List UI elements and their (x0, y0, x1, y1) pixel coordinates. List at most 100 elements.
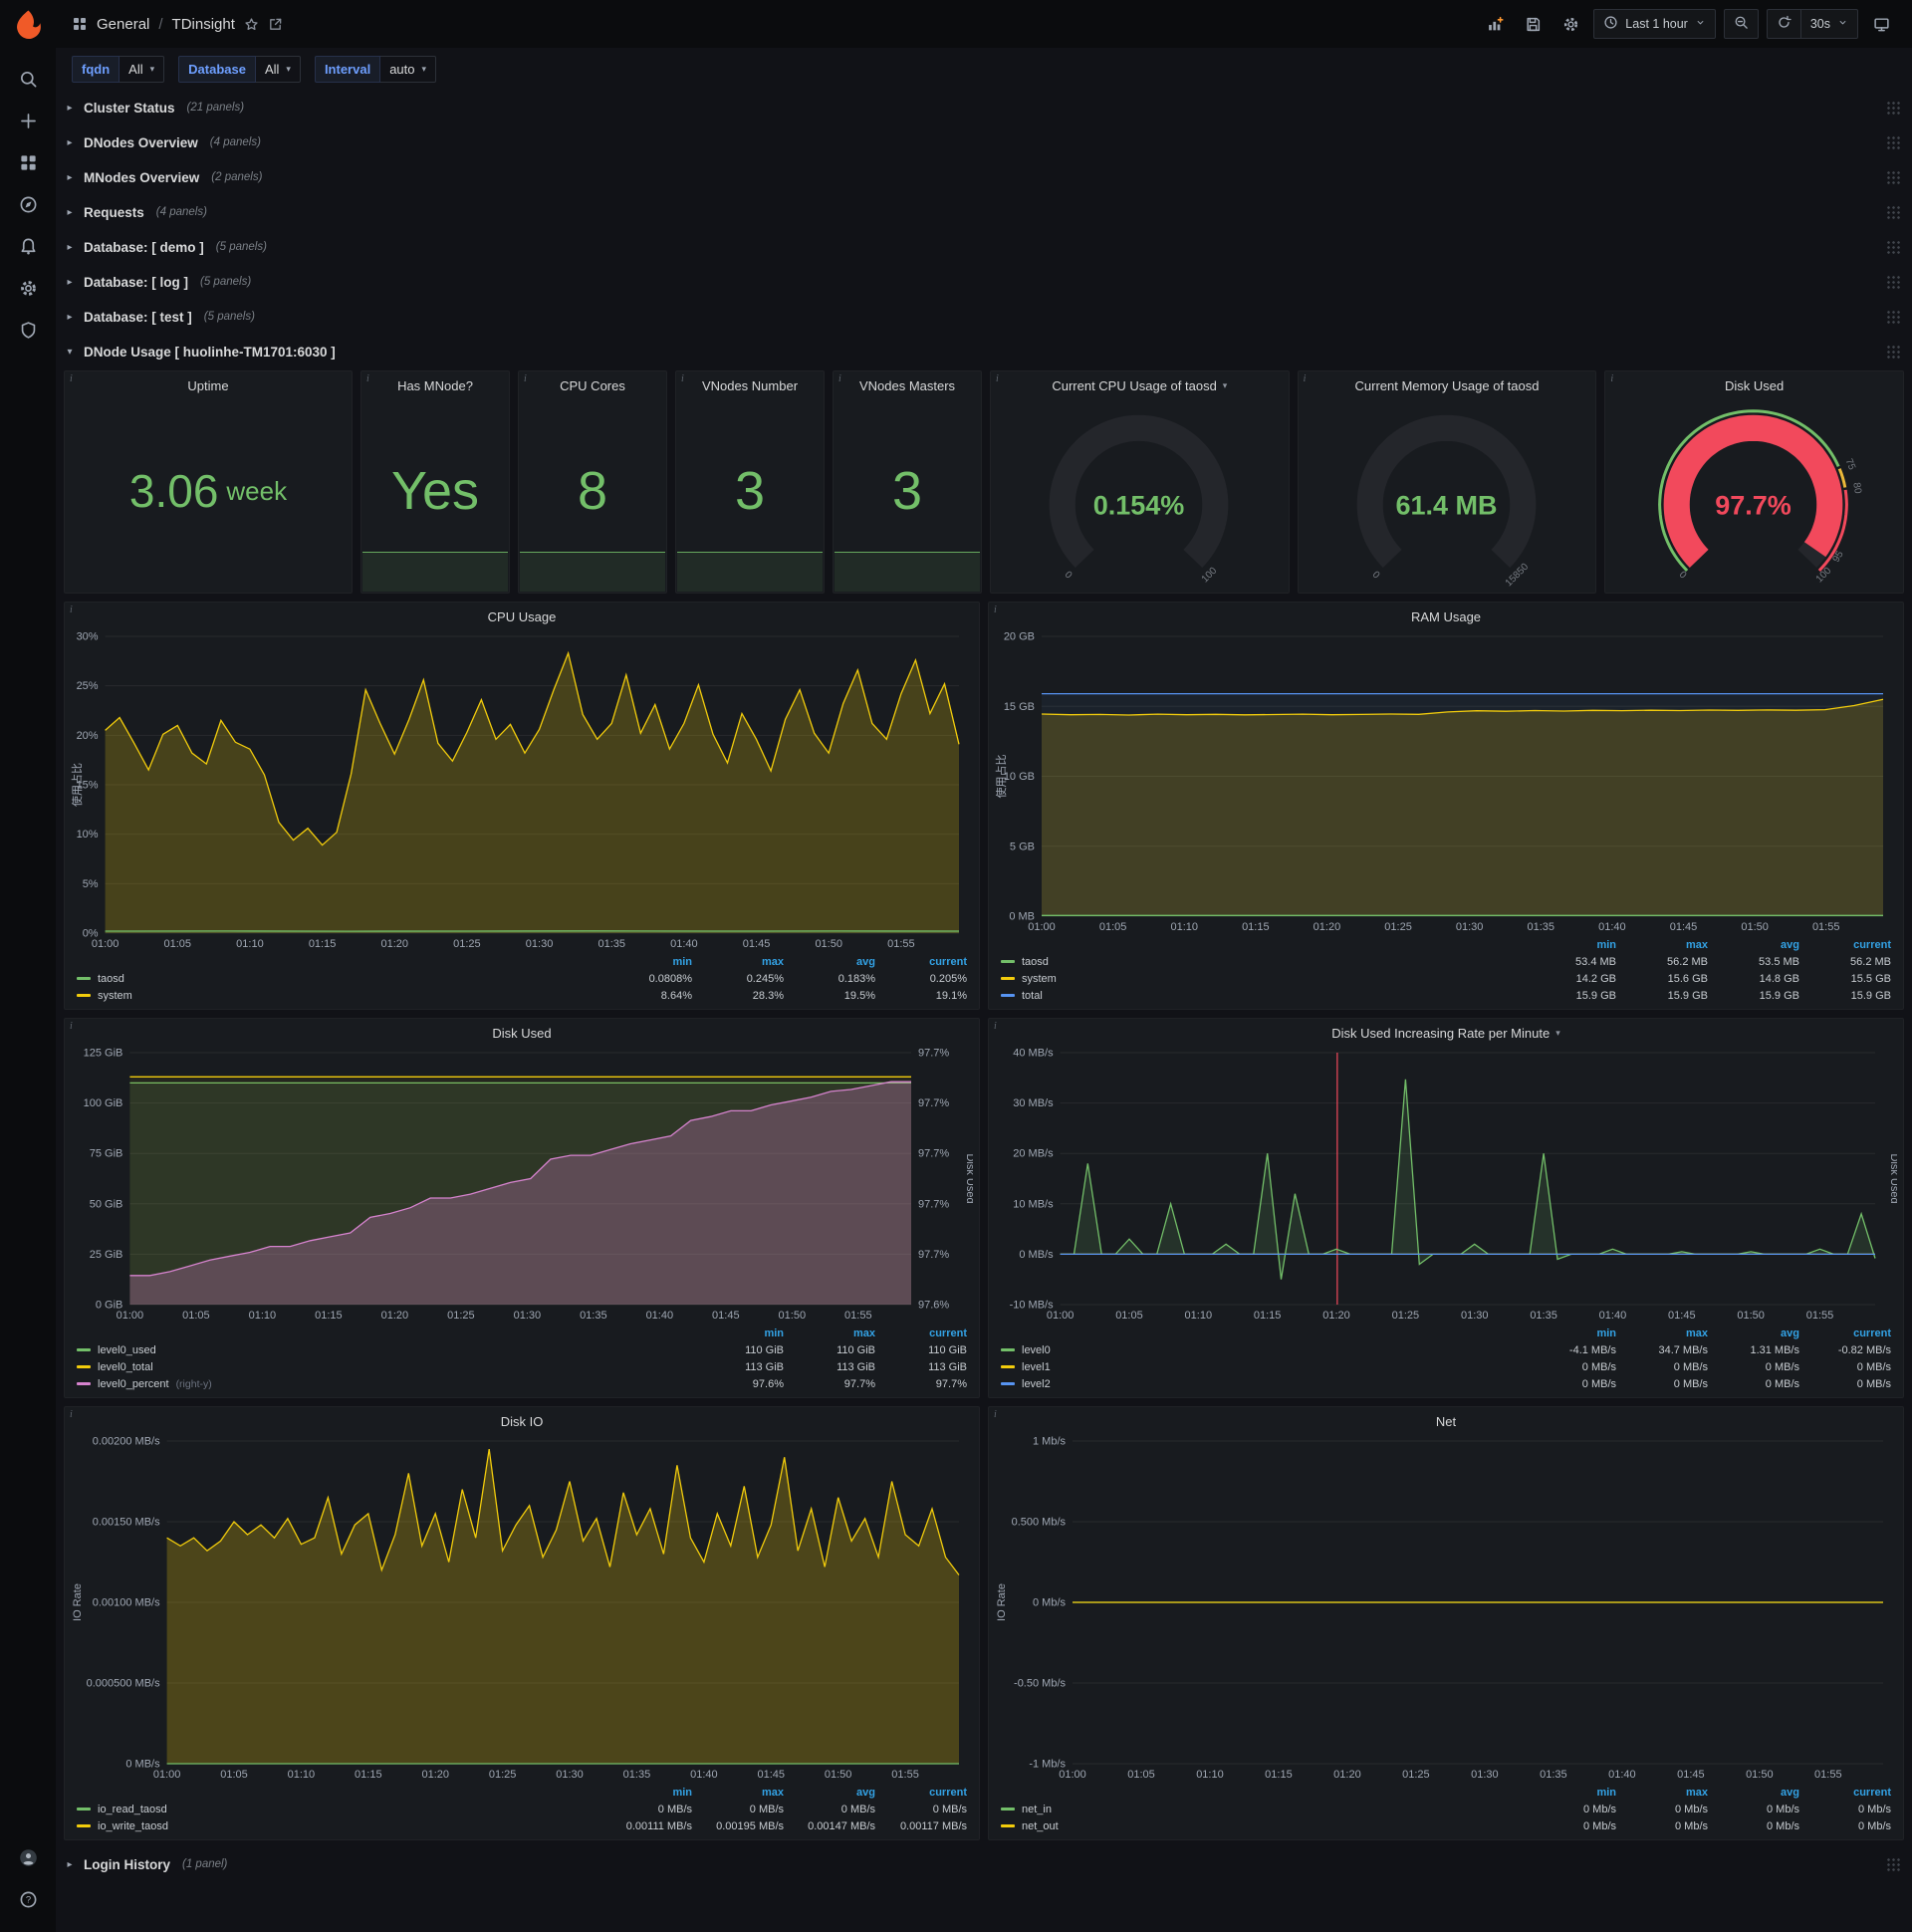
dashboards-icon (20, 154, 36, 170)
alerting-nav-button[interactable] (7, 225, 49, 267)
legend-series-name[interactable]: level0_total (77, 1361, 692, 1373)
panel-info-icon[interactable]: i (366, 373, 369, 384)
save-icon (1527, 17, 1540, 31)
chart-plot: -10 MB/s0 MB/s10 MB/s20 MB/s30 MB/s40 MB… (1010, 1048, 1897, 1323)
row-drag-handle[interactable] (1886, 205, 1900, 220)
row-drag-handle[interactable] (1886, 310, 1900, 325)
dashboard-row-header[interactable]: ▾ DNode Usage [ huolinhe-TM1701:6030 ] (64, 336, 1904, 367)
panel-info-icon[interactable]: i (994, 604, 997, 615)
panel-title[interactable]: Disk Used (1605, 371, 1903, 399)
panel-title[interactable]: RAM Usage (989, 603, 1903, 630)
dashboard-row-header[interactable]: ▸ Login History (1 panel) (64, 1848, 1904, 1880)
panel-title[interactable]: Disk Used (65, 1019, 979, 1047)
dashboards-nav-button[interactable] (7, 141, 49, 183)
row-drag-handle[interactable] (1886, 345, 1900, 360)
legend-series-name[interactable]: io_write_taosd (77, 1820, 600, 1832)
panel-title[interactable]: Current CPU Usage of taosd ▾ (991, 371, 1289, 399)
legend-series-name[interactable]: system (77, 990, 600, 1002)
legend-column-header: min (672, 955, 692, 968)
svg-text:5 GB: 5 GB (1010, 841, 1035, 852)
legend-series-name[interactable]: io_read_taosd (77, 1804, 600, 1815)
user-avatar-button[interactable] (7, 1836, 49, 1878)
row-drag-handle[interactable] (1886, 240, 1900, 255)
variable-label[interactable]: fqdn (72, 55, 120, 83)
save-dashboard-button[interactable] (1518, 9, 1548, 39)
panel-info-icon[interactable]: i (70, 1021, 73, 1032)
star-icon[interactable] (244, 17, 259, 32)
dashboard-row-header[interactable]: ▸ Database: [ demo ] (5 panels) (64, 231, 1904, 263)
variable-value-dropdown[interactable]: All ▾ (255, 55, 301, 83)
refresh-button[interactable] (1766, 9, 1800, 39)
star-icon (245, 17, 258, 30)
legend-series-swatch (77, 977, 91, 980)
dashboard-row-header[interactable]: ▸ Database: [ log ] (5 panels) (64, 266, 1904, 298)
legend-series-name[interactable]: level0_used (77, 1344, 692, 1356)
legend-series-name[interactable]: level2 (1001, 1378, 1525, 1390)
legend-series-name[interactable]: net_out (1001, 1820, 1525, 1832)
legend-series-name[interactable]: level0 (1001, 1344, 1525, 1356)
search-nav-button[interactable] (7, 58, 49, 100)
variable-label[interactable]: Database (178, 55, 256, 83)
dashboard-row-header[interactable]: ▸ Requests (4 panels) (64, 196, 1904, 228)
variable-value-dropdown[interactable]: auto ▾ (380, 55, 437, 83)
dashboard-row-header[interactable]: ▸ DNodes Overview (4 panels) (64, 126, 1904, 158)
panel-info-icon[interactable]: i (996, 373, 999, 384)
legend-series-name[interactable]: taosd (1001, 956, 1525, 968)
svg-text:61.4 MB: 61.4 MB (1395, 491, 1497, 521)
panel-title[interactable]: Current Memory Usage of taosd (1299, 371, 1596, 399)
panel-info-icon[interactable]: i (70, 1409, 73, 1420)
help-button[interactable]: ? (7, 1878, 49, 1920)
panel-info-icon[interactable]: i (1610, 373, 1613, 384)
dashboards-icon (74, 18, 86, 30)
svg-text:01:25: 01:25 (489, 1769, 517, 1781)
row-drag-handle[interactable] (1886, 275, 1900, 290)
add-panel-button[interactable] (1480, 9, 1510, 39)
chevron-right-icon: ▸ (67, 1858, 73, 1870)
row-drag-handle[interactable] (1886, 170, 1900, 185)
panel-title[interactable]: Disk Used Increasing Rate per Minute ▾ (989, 1019, 1903, 1047)
panel-title[interactable]: CPU Usage (65, 603, 979, 630)
legend-series-name[interactable]: net_in (1001, 1804, 1525, 1815)
legend-series-name[interactable]: level0_percent (right-y) (77, 1378, 692, 1390)
explore-nav-button[interactable] (7, 183, 49, 225)
grafana-logo[interactable] (11, 8, 45, 42)
legend-series-name[interactable]: system (1001, 973, 1525, 985)
dashboard-settings-button[interactable] (1555, 9, 1585, 39)
panel-info-icon[interactable]: i (994, 1021, 997, 1032)
panel-info-icon[interactable]: i (70, 604, 73, 615)
refresh-interval-picker[interactable]: 30s (1799, 9, 1858, 39)
row-drag-handle[interactable] (1886, 135, 1900, 150)
legend-series-name[interactable]: taosd (77, 973, 600, 985)
admin-shield-nav-button[interactable] (7, 309, 49, 351)
dashboard-row-header[interactable]: ▸ MNodes Overview (2 panels) (64, 161, 1904, 193)
panel-info-icon[interactable]: i (838, 373, 841, 384)
panel-info-icon[interactable]: i (70, 373, 73, 384)
legend-row: level0_percent (right-y) 97.6% 97.7% 97.7% (77, 1375, 967, 1392)
legend-row: net_out 0 Mb/s 0 Mb/s 0 Mb/s 0 Mb/s (1001, 1817, 1891, 1834)
time-range-picker[interactable]: Last 1 hour (1593, 9, 1716, 39)
legend-value: 53.5 MB (1759, 955, 1799, 968)
zoom-out-button[interactable] (1723, 9, 1759, 39)
legend-value: 15.9 GB (1575, 989, 1616, 1002)
variable-value-dropdown[interactable]: All ▾ (120, 55, 165, 83)
row-drag-handle[interactable] (1886, 101, 1900, 116)
dashboard-row-header[interactable]: ▸ Cluster Status (21 panels) (64, 92, 1904, 123)
panel-title[interactable]: Disk IO (65, 1407, 979, 1435)
row-drag-handle[interactable] (1886, 1857, 1900, 1872)
panel-info-icon[interactable]: i (1304, 373, 1307, 384)
panel-info-icon[interactable]: i (681, 373, 684, 384)
legend-value: 0 Mb/s (1582, 1803, 1616, 1815)
breadcrumb-section[interactable]: General (97, 16, 149, 33)
configuration-nav-button[interactable] (7, 267, 49, 309)
legend-series-name[interactable]: level1 (1001, 1361, 1525, 1373)
panel-title[interactable]: Net (989, 1407, 1903, 1435)
plus-nav-button[interactable] (7, 100, 49, 141)
dashboard-row-header[interactable]: ▸ Database: [ test ] (5 panels) (64, 301, 1904, 333)
panel-info-icon[interactable]: i (994, 1409, 997, 1420)
cycle-view-mode-button[interactable] (1866, 9, 1896, 39)
legend-value: 0 MB/s (1856, 1360, 1891, 1373)
variable-label[interactable]: Interval (314, 55, 381, 83)
panel-info-icon[interactable]: i (524, 373, 527, 384)
share-icon[interactable] (268, 17, 283, 32)
legend-series-name[interactable]: total (1001, 990, 1525, 1002)
